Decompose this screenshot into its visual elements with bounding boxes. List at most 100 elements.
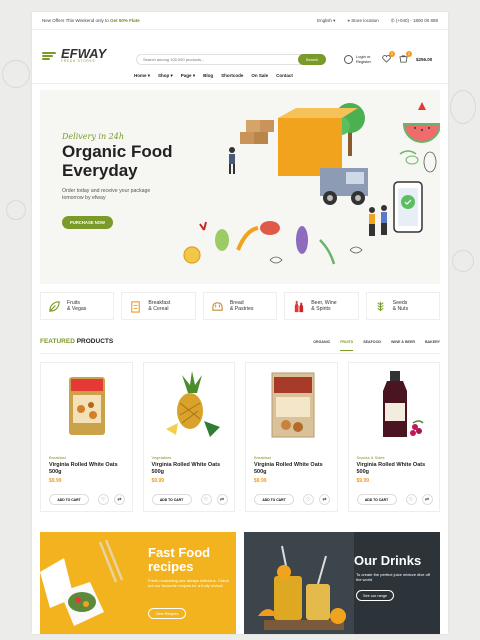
nav-shortcode[interactable]: Shortcode	[221, 73, 243, 79]
phone-icon: ✆	[390, 17, 395, 23]
product-name[interactable]: Virginia Rolled White Oats 500g	[357, 462, 435, 475]
nav-page[interactable]: Page ▾	[181, 73, 195, 79]
seeds-icon	[377, 301, 384, 311]
nav-label: Page	[180, 73, 192, 78]
cart-badge: 2	[406, 51, 412, 57]
product-category: Breakfast	[254, 455, 271, 460]
hero-tagline: Delivery in 24h	[62, 132, 124, 141]
user-icon	[344, 54, 353, 64]
tab-organic[interactable]: ORGANIC	[313, 340, 330, 351]
search-input[interactable]	[137, 57, 298, 62]
tab-wine-beer[interactable]: WINE & BEER	[391, 340, 415, 351]
wishlist-badge: 0	[389, 51, 395, 57]
account-link[interactable]: Login or Register	[344, 54, 371, 64]
nav-on-sale[interactable]: On Sale	[251, 73, 268, 79]
wishlist-heart-icon[interactable]: ♡	[303, 494, 314, 505]
compare-icon[interactable]: ⇄	[114, 494, 125, 505]
product-card[interactable]: Snacks & Sides Virginia Rolled White Oat…	[347, 362, 440, 512]
product-card[interactable]: Vegetables Virginia Rolled White Oats 50…	[142, 362, 235, 512]
logo[interactable]: EFWAY FRESH STORES	[42, 46, 107, 63]
product-image-juice-bottle	[382, 371, 424, 437]
hero-banner: Delivery in 24h Organic Food Everyday Or…	[40, 90, 440, 284]
product-name[interactable]: Virginia Rolled White Oats 500g	[254, 462, 332, 475]
main-nav: Home ▾ Shop ▾ Page ▾ Blog Shortcode On S…	[134, 73, 293, 79]
category-strip: Fruits & Vegas Breakfast & Cereal Bread & P…	[40, 292, 441, 320]
product-image-granola	[69, 377, 105, 435]
product-name[interactable]: Virginia Rolled White Oats 500g	[49, 462, 127, 475]
delivery-illustration	[183, 102, 440, 265]
category-breakfast-cereal[interactable]: Breakfast & Cereal	[121, 292, 196, 320]
nav-shop[interactable]: Shop ▾	[158, 73, 173, 79]
cart-total: $256.00	[416, 56, 433, 62]
wishlist-heart-icon[interactable]: ♡	[98, 494, 109, 505]
cart-button[interactable]: 2	[399, 51, 412, 63]
tab-fruits[interactable]: FRUITS	[340, 340, 354, 351]
phone-label: (+040) - 1800 00 888	[395, 17, 438, 23]
our-drinks-banner[interactable]: Our Drinks To create the perfect juice m…	[244, 532, 440, 634]
add-to-cart-button[interactable]: ADD TO CART	[49, 494, 89, 505]
category-bread-pastries[interactable]: Bread & Pastries	[202, 292, 278, 320]
product-price: $9.99	[254, 478, 267, 484]
tab-bakery[interactable]: BAKERY	[425, 340, 440, 351]
top-bar-right: English ▾ ⌖ Store location ✆ (+040) - 18…	[317, 18, 438, 24]
background-doodle	[450, 90, 476, 124]
product-grid: Breakfast Virginia Rolled White Oats 500…	[40, 362, 440, 512]
see-our-range-button[interactable]: See our range	[356, 590, 394, 601]
add-to-cart-button[interactable]: ADD TO CART	[254, 494, 294, 505]
purchase-now-button[interactable]: PURCHASE NOW	[62, 216, 113, 229]
product-card[interactable]: Breakfast Virginia Rolled White Oats 500…	[245, 362, 338, 512]
compare-icon[interactable]: ⇄	[319, 494, 330, 505]
category-label: & Vegas	[67, 306, 87, 312]
product-category: Vegetables	[151, 455, 172, 460]
category-fruits-vegas[interactable]: Fruits & Vegas	[40, 292, 115, 320]
category-label: & Pastries	[229, 306, 254, 312]
store-location-link[interactable]: ⌖ Store location	[347, 18, 378, 23]
tab-seafood[interactable]: SEAFOOD	[363, 340, 381, 351]
category-seeds-nuts[interactable]: Seeds & Nuts	[365, 292, 441, 320]
featured-title-highlight: FEATURED	[40, 338, 75, 345]
background-doodle	[452, 250, 474, 272]
background-doodle	[6, 200, 26, 220]
fast-food-banner[interactable]: Fast Food recipes Fresh nourishing one a…	[40, 532, 236, 634]
header: EFWAY FRESH STORES Search Login orRegist…	[32, 30, 448, 84]
view-recipes-button[interactable]: View Recipes	[148, 608, 186, 619]
cereal-box-icon	[131, 300, 141, 313]
language-select[interactable]: English ▾	[317, 18, 335, 24]
product-image-cereal-box	[271, 372, 315, 438]
our-drinks-text: To create the perfect juice mixture dive…	[356, 572, 430, 582]
register-label: Register	[356, 59, 371, 64]
logo-mark-icon	[42, 51, 58, 61]
product-category: Breakfast	[49, 455, 66, 460]
background-doodle	[2, 60, 30, 88]
bottles-icon	[295, 300, 304, 312]
compare-icon[interactable]: ⇄	[216, 494, 228, 505]
wishlist-button[interactable]: 0	[382, 51, 395, 63]
header-icons: 0 2 $256.00	[382, 51, 433, 63]
compare-icon[interactable]: ⇄	[421, 494, 433, 505]
product-image-pineapple	[165, 371, 220, 437]
wishlist-heart-icon[interactable]: ♡	[200, 494, 212, 505]
product-card[interactable]: Breakfast Virginia Rolled White Oats 500…	[40, 362, 133, 512]
nav-contact[interactable]: Contact	[276, 73, 293, 79]
category-label: & Cereal	[148, 306, 169, 312]
add-to-cart-button[interactable]: ADD TO CART	[356, 494, 397, 505]
wishlist-heart-icon[interactable]: ♡	[405, 494, 417, 505]
nav-label: Home	[134, 73, 147, 78]
category-beer-wine-spirits[interactable]: Beer, Wine & Spirits	[284, 292, 359, 320]
search-button[interactable]: Search	[298, 54, 326, 65]
nav-blog[interactable]: Blog	[203, 73, 213, 79]
add-to-cart-button[interactable]: ADD TO CART	[151, 494, 192, 505]
featured-products-header: FEATURED PRODUCTS ORGANIC FRUITS SEAFOOD…	[40, 338, 440, 354]
promo-prefix: New Offers This Weekend only to	[42, 18, 109, 23]
nav-home[interactable]: Home ▾	[134, 73, 150, 79]
fast-food-title: Fast Food recipes	[148, 545, 211, 574]
category-label: & Spirits	[311, 306, 331, 312]
promo-text: New Offers This Weekend only to Get 50% …	[42, 18, 140, 23]
chevron-down-icon: ▾	[333, 17, 336, 23]
product-price: $9.99	[151, 478, 165, 484]
top-bar: New Offers This Weekend only to Get 50% …	[32, 12, 448, 30]
promo-highlight[interactable]: Get 50% Flate	[110, 18, 140, 23]
brand-name: EFWAY	[61, 46, 107, 61]
product-name[interactable]: Virginia Rolled White Oats 500g	[152, 462, 230, 475]
drinks-image	[244, 532, 354, 634]
